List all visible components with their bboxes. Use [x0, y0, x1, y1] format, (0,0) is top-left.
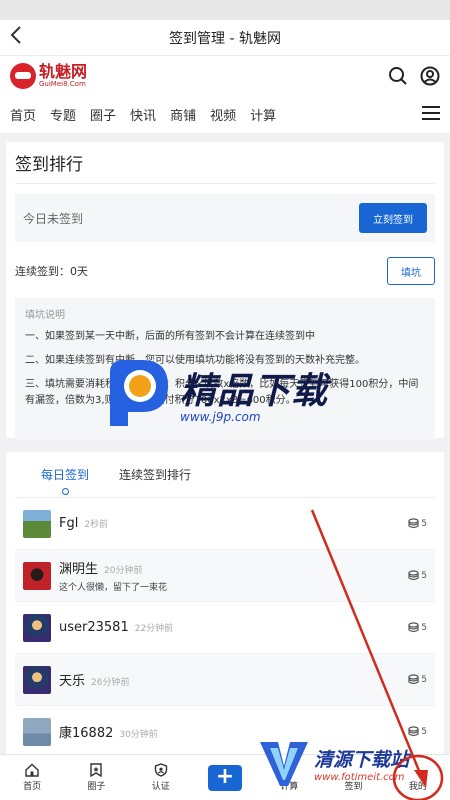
chevron-left-icon[interactable]	[10, 26, 22, 49]
consecutive-label: 连续签到：	[15, 265, 70, 278]
coins-icon	[408, 518, 419, 529]
nav-item-videos[interactable]: 视频	[210, 105, 236, 124]
list-item[interactable]: 康16882 30分钟前 5	[15, 706, 435, 758]
user-name: user23581	[59, 620, 129, 635]
nav-item-circles[interactable]: 圈子	[90, 105, 116, 124]
fill-help-heading: 填坑说明	[25, 310, 65, 321]
signin-time: 30分钟前	[119, 730, 158, 740]
avatar	[23, 613, 51, 642]
points-value: 5	[421, 570, 427, 581]
section-title: 签到排行	[15, 150, 435, 184]
plus-icon: +	[207, 764, 242, 791]
fill-button[interactable]: 填坑	[387, 257, 435, 285]
points-value: 5	[421, 518, 427, 529]
tab-daily-signin[interactable]: 每日签到	[41, 466, 89, 495]
nav-item-news[interactable]: 快讯	[130, 105, 156, 124]
bookmark-star-icon	[90, 763, 103, 777]
points-value: 5	[421, 674, 427, 685]
signin-ranking-card: 签到排行 今日未签到 立刻签到 连续签到： 0天 填坑 填坑说明 一、如果签到某…	[6, 142, 444, 440]
points: 5	[408, 518, 427, 529]
signin-status-box: 今日未签到 立刻签到	[15, 194, 435, 242]
tabbar-label: 计算	[280, 782, 299, 792]
signin-list-card: 每日签到 连续签到排行 Fgl 2秒前 5 渊明生 20分钟前 这个人很懒，留下…	[6, 452, 444, 758]
signin-time: 20分钟前	[104, 566, 143, 576]
nav-item-topics[interactable]: 专题	[50, 105, 76, 124]
tabbar-home[interactable]: 首页	[0, 763, 64, 792]
search-icon[interactable]	[388, 66, 408, 86]
tabbar-label: 圈子	[87, 782, 106, 792]
coins-icon	[408, 570, 419, 581]
signin-time: 26分钟前	[91, 678, 130, 688]
top-nav: 首页 专题 圈子 快讯 商铺 视频 计算	[0, 96, 450, 134]
list-item[interactable]: user23581 22分钟前 5	[15, 602, 435, 654]
tabbar-label: 签到	[344, 782, 363, 792]
user-name: 渊明生	[59, 562, 99, 577]
signin-time: 22分钟前	[134, 624, 174, 634]
coins-icon	[408, 674, 419, 685]
fill-help-line: 三、填坑需要消耗积分，方法是：积分×坑数x倍数，比如每天签到可获得100积分，中…	[25, 379, 419, 406]
fill-help-line: 一、如果签到某一天中断，后面的所有签到不会计算在连续签到中	[25, 331, 315, 342]
logo-name: 轨魅网	[39, 62, 88, 81]
nav-item-shops[interactable]: 商铺	[170, 105, 196, 124]
points-value: 5	[421, 726, 427, 737]
home-icon	[25, 763, 39, 777]
site-header: 轨魅网 GuiMei8.Com	[0, 56, 450, 96]
user-name: 康16882	[59, 726, 114, 741]
nav-item-calc[interactable]: 计算	[250, 105, 276, 124]
nav-item-home[interactable]: 首页	[10, 105, 36, 124]
fill-help-line: 二、如果连续签到有中断，您可以使用填坑功能将没有签到的天数补充完整。	[25, 355, 365, 366]
avatar	[23, 561, 51, 590]
points: 5	[408, 674, 427, 685]
tabbar-circles[interactable]: 圈子	[64, 763, 128, 792]
signin-time: 2秒前	[84, 520, 109, 530]
tabbar-verify[interactable]: 认证	[129, 763, 193, 792]
tab-bar: 每日签到 连续签到排行	[15, 452, 435, 498]
logo-mark	[10, 63, 36, 89]
tabbar-mine[interactable]: 我的	[386, 763, 450, 792]
status-bar	[0, 0, 450, 20]
coins-icon	[408, 622, 419, 633]
tab-consecutive-ranking[interactable]: 连续签到排行	[119, 466, 191, 483]
avatar	[23, 509, 51, 538]
tabbar-signin[interactable]: 签到	[321, 763, 385, 792]
tabbar-publish[interactable]: +	[193, 764, 257, 791]
page-title: 签到管理 - 轨魅网	[169, 30, 281, 47]
signin-status: 今日未签到	[23, 211, 84, 226]
logo-sub: GuiMei8.Com	[39, 80, 86, 88]
list-item[interactable]: 天乐 26分钟前 5	[15, 654, 435, 706]
tabbar-label: 认证	[151, 782, 170, 792]
coins-icon	[408, 726, 419, 737]
tabbar-label: 我的	[408, 782, 427, 792]
sign-in-button[interactable]: 立刻签到	[359, 203, 427, 233]
list-item[interactable]: Fgl 2秒前 5	[15, 498, 435, 550]
user-bio: 这个人很懒，留下了一束花	[59, 583, 168, 593]
list-item[interactable]: 渊明生 20分钟前 这个人很懒，留下了一束花 5	[15, 550, 435, 602]
menu-icon[interactable]	[422, 105, 440, 124]
points: 5	[408, 622, 427, 633]
fill-help: 填坑说明 一、如果签到某一天中断，后面的所有签到不会计算在连续签到中 二、如果连…	[15, 298, 435, 440]
points: 5	[408, 570, 427, 581]
tabbar-label: 首页	[23, 782, 42, 792]
avatar	[23, 665, 51, 694]
user-icon[interactable]	[420, 66, 440, 86]
user-name: Fgl	[59, 516, 79, 531]
shield-icon	[154, 763, 167, 777]
consecutive-value: 0天	[70, 265, 88, 278]
points: 5	[408, 726, 427, 737]
avatar	[23, 717, 51, 746]
navbar: 签到管理 - 轨魅网	[0, 20, 450, 56]
points-value: 5	[421, 622, 427, 633]
user-name: 天乐	[59, 674, 86, 689]
site-logo[interactable]: 轨魅网 GuiMei8.Com	[10, 63, 87, 89]
consecutive-row: 连续签到： 0天 填坑	[15, 256, 435, 286]
tabbar-calc[interactable]: 计算	[257, 763, 321, 792]
bottom-tab-bar: 首页 圈子 认证 + 计算 签到 我的	[0, 754, 450, 800]
